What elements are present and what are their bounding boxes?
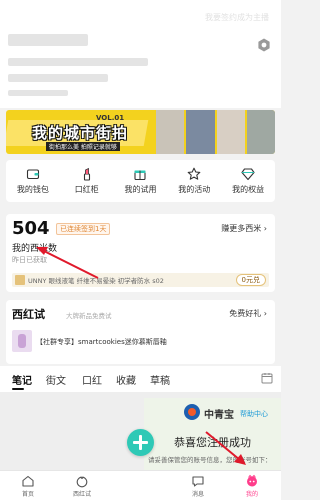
lipstick-icon: [83, 167, 90, 181]
trial-card: 西红试 大牌新品免费试 免费好礼 › 【社群专享】smartcookies迷你慕…: [6, 300, 275, 364]
settings-icon[interactable]: [257, 38, 271, 52]
shortcut-bar: 我的钱包 口红柜 我的试用 我的活动 我的权益: [6, 160, 275, 202]
popup-note: 请妥善保管您的账号信息，您的账号如下：: [148, 456, 272, 464]
shortcut-label: 我的试用: [124, 185, 157, 194]
banner-photo: [246, 110, 275, 154]
banner-subtitle: 街拍那么美 拍照记录就够: [46, 142, 120, 151]
nav-trial[interactable]: 西红试: [62, 474, 102, 498]
trial-item-name: 【社群专享】smartcookies迷你慕斯唇釉: [36, 338, 167, 346]
shortcut-lipstick[interactable]: 口红柜: [60, 160, 114, 202]
nav-messages[interactable]: 消息: [178, 474, 218, 498]
top-hint[interactable]: 我要签约成为主播: [205, 12, 269, 23]
add-post-button[interactable]: [127, 429, 154, 456]
banner-photo: [216, 110, 245, 154]
trial-subtitle: 大牌新品免费试: [66, 312, 112, 320]
nav-label: 西红试: [72, 491, 91, 498]
trial-title: 西红试: [12, 308, 45, 321]
promo-text: UNNY 眼线液笔 纤维不易晕染 初学者防水 s02: [28, 277, 164, 285]
tomato-icon: [76, 476, 88, 488]
redeem-promo[interactable]: UNNY 眼线液笔 纤维不易晕染 初学者防水 s02 0元兑: [12, 273, 269, 287]
tab-drafts[interactable]: 草稿: [150, 372, 170, 387]
calendar-icon[interactable]: [261, 372, 273, 384]
banner-vol: VOL.01: [96, 114, 125, 122]
message-icon: [192, 476, 204, 487]
tab-notes[interactable]: 笔记: [12, 372, 32, 387]
shortcut-label: 我的钱包: [16, 185, 49, 194]
info-placeholder: [8, 90, 68, 96]
wallet-icon: [26, 169, 39, 180]
home-icon: [22, 475, 34, 487]
gift-box-icon: [134, 170, 147, 181]
banner-photos: [156, 110, 275, 154]
info-placeholder: [8, 74, 108, 82]
banner-photo: [156, 110, 185, 154]
tab-lipstick[interactable]: 口红: [82, 372, 102, 387]
nav-home[interactable]: 首页: [8, 474, 48, 498]
help-center-link[interactable]: 帮助中心: [240, 409, 268, 419]
shortcut-label: 我的权益: [232, 185, 265, 194]
banner-title: 我的城市街拍: [32, 124, 129, 142]
diamond-icon: [241, 168, 255, 181]
points-label: 我的西米数: [12, 244, 58, 254]
star-icon: [187, 167, 201, 180]
trial-item[interactable]: 【社群专享】smartcookies迷你慕斯唇釉: [12, 330, 269, 356]
trial-thumbnail: [12, 330, 32, 352]
shortcut-wallet[interactable]: 我的钱包: [6, 160, 60, 202]
tab-favorites[interactable]: 收藏: [116, 372, 136, 387]
nav-label: 我的: [245, 491, 258, 498]
shortcut-activity[interactable]: 我的活动: [167, 160, 221, 202]
popup-brand: 中青宝: [204, 410, 234, 421]
content-tabs: 笔记 街文 口红 收藏 草稿: [0, 366, 281, 392]
active-tab-indicator: [12, 388, 24, 390]
city-street-banner[interactable]: VOL.01 我的城市街拍 街拍那么美 拍照记录就够: [6, 110, 275, 154]
registration-popup: 中青宝 帮助中心 恭喜您注册成功 请妥善保管您的账号信息，您的账号如下：: [144, 398, 281, 470]
profile-header: 我要签约成为主播: [0, 0, 281, 108]
brand-logo-icon: [184, 404, 200, 420]
points-card: 504 已连续签到1天 赚更多西米 › 我的西米数 昨日已获取 UNNY 眼线液…: [6, 214, 275, 292]
shortcut-rights[interactable]: 我的权益: [221, 160, 275, 202]
info-placeholder: [8, 58, 148, 66]
banner-photo: [186, 110, 215, 154]
shortcut-trial[interactable]: 我的试用: [114, 160, 168, 202]
username-placeholder: [8, 34, 88, 46]
points-value: 504: [12, 218, 50, 239]
points-yesterday: 昨日已获取: [12, 256, 47, 264]
nav-label: 消息: [191, 491, 204, 498]
bottom-nav: 首页 西红试 消息 我的: [0, 470, 281, 500]
tab-articles[interactable]: 街文: [46, 372, 66, 387]
shortcut-label: 我的活动: [178, 185, 211, 194]
checkin-badge: 已连续签到1天: [56, 223, 111, 235]
profile-icon: [247, 474, 257, 487]
free-gift-link[interactable]: 免费好礼 ›: [229, 308, 267, 319]
redeem-button[interactable]: 0元兑: [235, 274, 266, 286]
nav-label: 首页: [21, 491, 34, 498]
earn-more-link[interactable]: 赚更多西米 ›: [221, 223, 267, 234]
popup-message: 恭喜您注册成功: [174, 436, 251, 449]
nav-profile[interactable]: 我的: [232, 474, 272, 498]
shortcut-label: 口红柜: [74, 185, 99, 194]
promo-thumbnail: [15, 275, 25, 285]
